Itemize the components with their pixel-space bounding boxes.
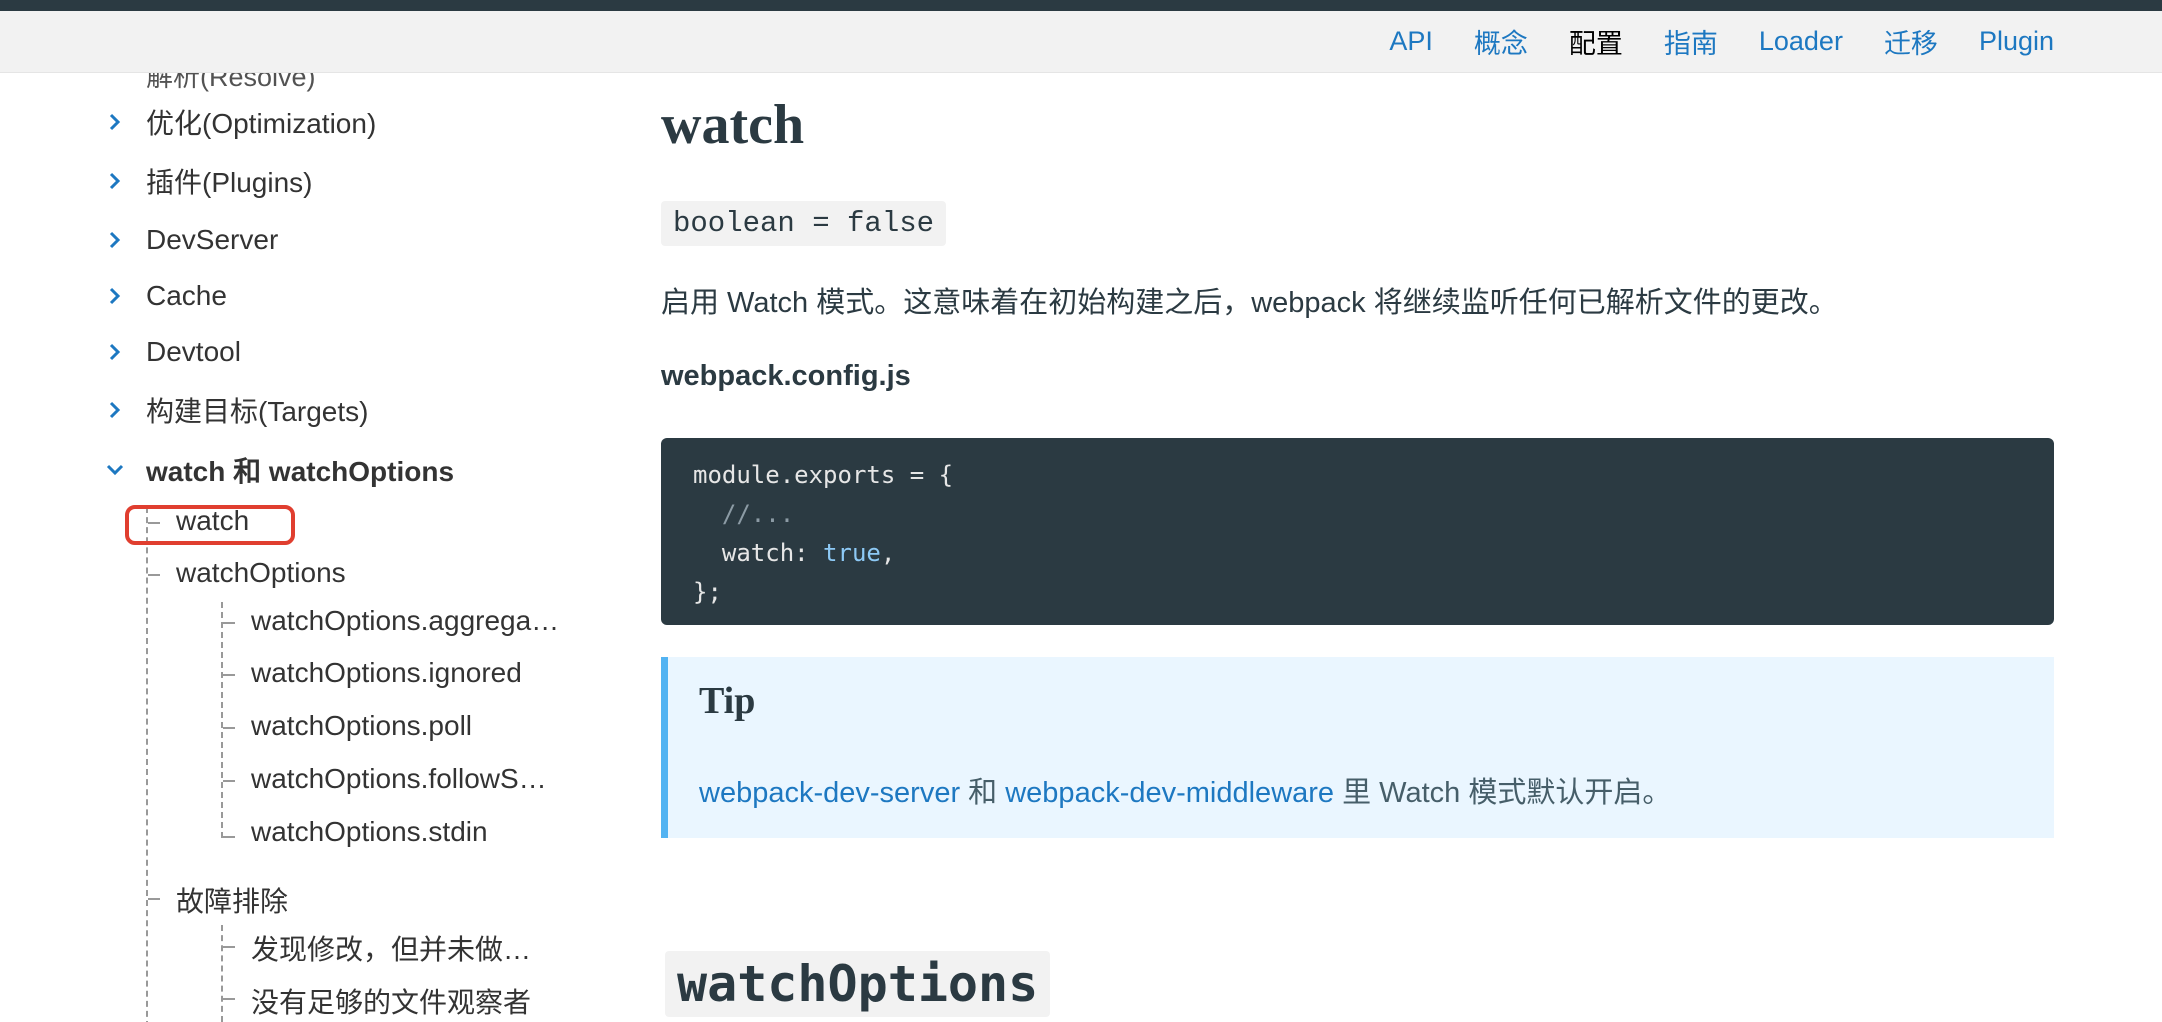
link-webpack-dev-server[interactable]: webpack-dev-server [699,777,960,809]
sidebar-subitem-ignored[interactable]: watchOptions.ignored [251,657,522,689]
nav-link-api[interactable]: API [1389,26,1433,57]
sidebar-item-label: Cache [146,280,227,311]
tip-title: Tip [699,680,756,722]
nav-link-configuration[interactable]: 配置 [1569,22,1623,61]
sidebar-subitem-not-enough-watchers[interactable]: 没有足够的文件观察者 [251,981,531,1021]
nav-links: API 概念 配置 指南 Loader 迁移 Plugin [1348,11,2054,72]
code-key: watch: [693,539,824,567]
sidebar-subitem-aggregatetimeout[interactable]: watchOptions.aggrega… [251,605,559,637]
sidebar-subitem-changes-not-built[interactable]: 发现修改，但并未做… [251,928,531,968]
code-file-label: webpack.config.js [661,360,911,392]
tip-text-mid: 和 [960,777,1006,809]
sidebar-item-label: Devtool [146,336,241,367]
sidebar-item-resolve-cut[interactable]: 解析(Resolve) [146,73,316,94]
code-line: }; [693,578,722,606]
code-value: true [823,539,881,567]
sidebar-subitem-poll[interactable]: watchOptions.poll [251,710,472,742]
code-comment: //... [693,500,795,528]
code-line: module.exports = { [693,461,954,489]
tree-connector [221,925,223,1022]
tree-connector [221,602,223,838]
tree-connector [223,727,235,729]
sidebar-subitem-troubleshooting[interactable]: 故障排除 [176,880,288,920]
sub-navigation: API 概念 配置 指南 Loader 迁移 Plugin [0,11,2162,73]
nav-link-concepts[interactable]: 概念 [1474,22,1528,61]
chevron-right-icon [109,343,121,361]
top-dark-strip [0,0,2162,11]
chevron-right-icon [109,231,121,249]
chevron-right-icon [109,172,121,190]
sidebar-item-label: DevServer [146,224,279,255]
chevron-right-icon [109,287,121,305]
tree-connector [148,898,160,900]
link-webpack-dev-middleware[interactable]: webpack-dev-middleware [1005,777,1334,809]
tree-connector [223,780,235,782]
nav-link-migrate[interactable]: 迁移 [1884,22,1938,61]
sidebar-subitem-watchoptions[interactable]: watchOptions [176,557,346,589]
tree-connector [148,574,160,576]
code-line: watch: true, [693,534,2022,573]
type-signature: boolean = false [661,201,947,246]
sidebar: 解析(Resolve) 优化(Optimization) 插件(Plugins)… [0,73,600,1022]
sidebar-subitem-followsymlinks[interactable]: watchOptions.followS… [251,763,547,795]
chevron-right-icon [109,401,121,419]
description-paragraph: 启用 Watch 模式。这意味着在初始构建之后，webpack 将继续监听任何已… [661,287,1838,319]
nav-link-loaders[interactable]: Loader [1759,26,1843,57]
tree-connector [223,674,235,676]
tip-text-rest: 里 Watch 模式默认开启。 [1334,777,1672,809]
code-block: module.exports = { //... watch: true, }; [661,438,2054,625]
tip-text: webpack-dev-server 和 webpack-dev-middlew… [699,769,1671,811]
tree-connector [223,622,235,624]
sidebar-item-label: 插件(Plugins) [146,167,313,198]
nav-link-guides[interactable]: 指南 [1664,22,1718,61]
tree-connector [146,507,148,1022]
page-title: watch [661,94,805,156]
tree-connector [223,946,235,948]
tip-callout: Tip webpack-dev-server 和 webpack-dev-mid… [661,657,2054,838]
tree-connector [223,836,235,838]
sidebar-subitem-stdin[interactable]: watchOptions.stdin [251,816,488,848]
chevron-down-icon [106,464,124,476]
sidebar-item-label: 构建目标(Targets) [146,396,369,427]
sidebar-item-label: 优化(Optimization) [146,108,377,139]
tree-connector [223,998,235,1000]
section-heading-watchoptions: watchOptions [665,951,1051,1017]
sidebar-subitem-watch[interactable]: watch [176,505,249,537]
code-punct: , [880,539,896,567]
sidebar-item-label: watch 和 watchOptions [146,456,455,487]
chevron-right-icon [109,113,121,131]
nav-link-plugins[interactable]: Plugin [1979,26,2054,57]
